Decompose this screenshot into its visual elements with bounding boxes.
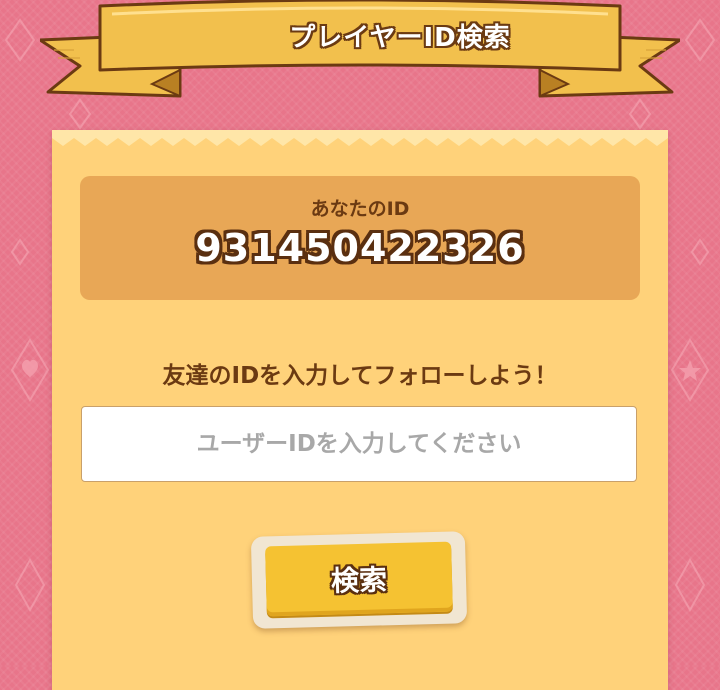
user-id-input[interactable]	[81, 406, 637, 482]
search-button[interactable]: 検索	[265, 541, 453, 617]
title-ribbon: プレイヤーID検索	[38, 0, 682, 110]
panel-zigzag-edge	[52, 130, 668, 154]
my-id-label: あなたのID	[310, 198, 410, 220]
diamond-shape	[684, 18, 716, 62]
my-id-box: あなたのID 931450422326	[80, 176, 640, 300]
follow-prompt: 友達のIDを入力してフォローしよう！	[162, 363, 558, 389]
heart-icon	[22, 359, 38, 378]
search-button-frame: 検索	[250, 531, 468, 629]
diamond-shape	[4, 18, 36, 62]
search-panel: あなたのID 931450422326 友達のIDを入力してフォローしよう！ 検…	[52, 130, 668, 690]
diamond-shape	[10, 238, 30, 266]
diamond-shape	[674, 557, 706, 613]
diamond-shape	[690, 238, 710, 266]
diamond-shape	[14, 557, 46, 613]
page-title: プレイヤーID検索	[289, 22, 511, 53]
star-icon	[679, 360, 701, 381]
my-id-value: 931450422326	[195, 226, 525, 270]
